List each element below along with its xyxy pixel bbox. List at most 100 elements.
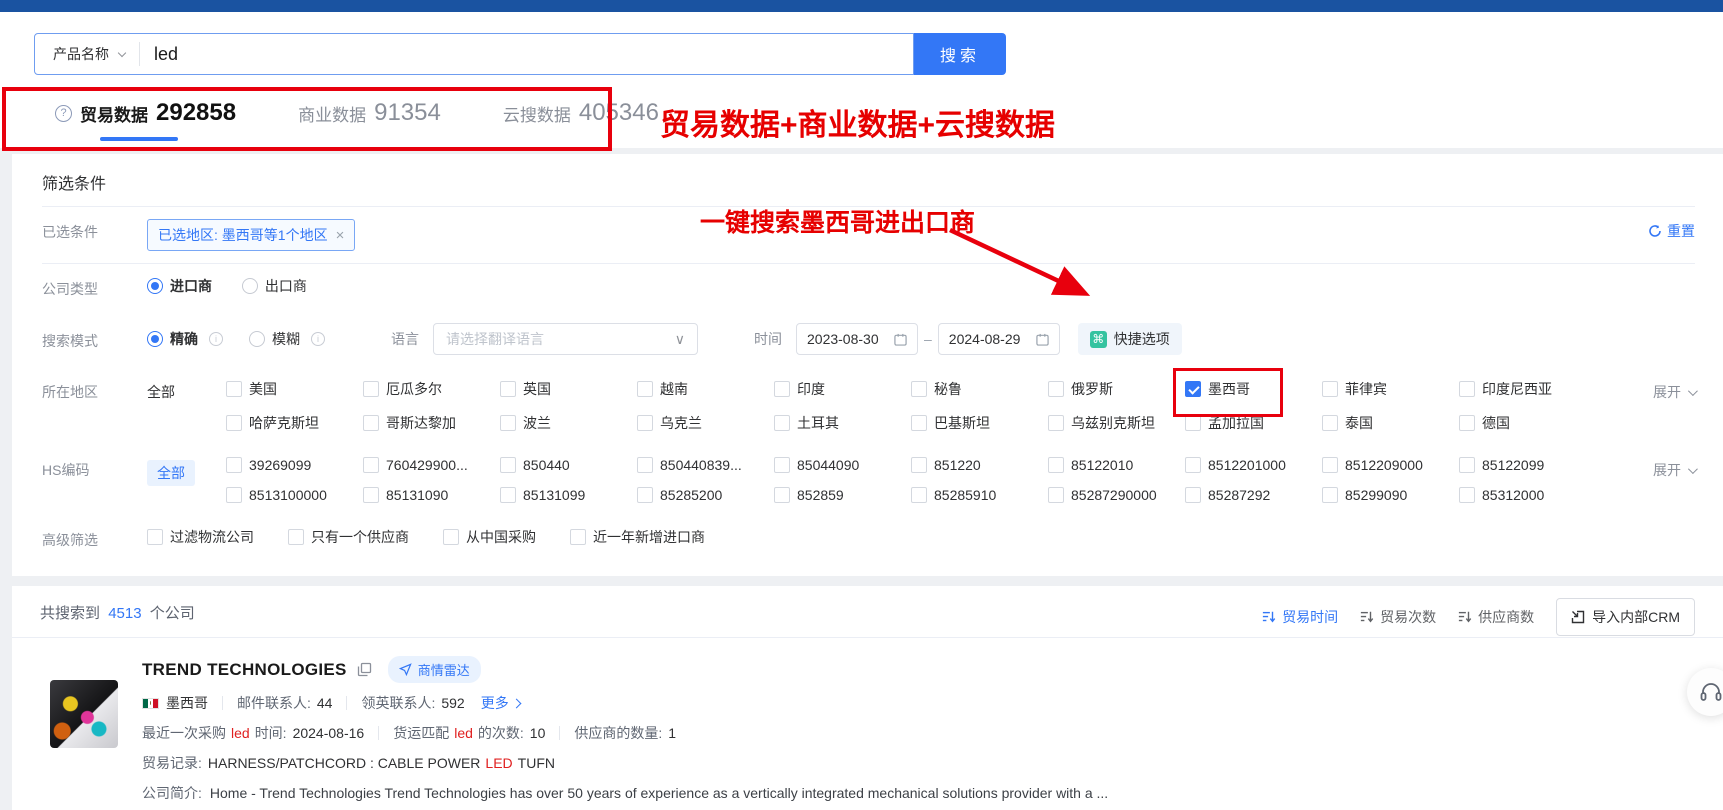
checkbox-icon xyxy=(774,487,790,503)
checkbox-icon xyxy=(637,487,653,503)
annotation-quick-note: 一键搜索墨西哥进出口商 xyxy=(700,203,975,239)
hs-checkbox[interactable]: 85312000 xyxy=(1459,487,1596,503)
region-checkbox[interactable]: 乌克兰 xyxy=(637,413,774,433)
checkbox-icon xyxy=(637,415,653,431)
calendar-icon xyxy=(1036,333,1049,346)
region-checkbox[interactable]: 土耳其 xyxy=(774,413,911,433)
checkbox-icon xyxy=(288,529,304,545)
sort-trade-time[interactable]: 贸易时间 xyxy=(1262,607,1338,627)
search-input[interactable] xyxy=(140,44,913,65)
quick-options-button[interactable]: ⌘ 快捷选项 xyxy=(1078,323,1182,355)
trade-search-page: 产品名称 搜索 ? 贸易数据 292858 商业数据 91354 xyxy=(0,0,1723,810)
hs-checkbox[interactable]: 760429900... xyxy=(363,457,500,473)
advanced-checkbox-from-china[interactable]: 从中国采购 xyxy=(443,527,536,547)
region-expand-button[interactable]: 展开 xyxy=(1653,382,1695,402)
region-checkbox-mexico[interactable]: 墨西哥 xyxy=(1185,379,1322,399)
date-from-input[interactable]: 2023-08-30 xyxy=(796,323,918,355)
company-name[interactable]: TREND TECHNOLOGIES xyxy=(142,660,347,680)
tab-count: 292858 xyxy=(156,99,236,127)
region-checkbox[interactable]: 泰国 xyxy=(1322,413,1459,433)
language-select[interactable]: 请选择翻译语言 ∨ xyxy=(433,323,698,355)
hs-expand-button[interactable]: 展开 xyxy=(1653,460,1695,480)
region-checkbox[interactable]: 乌兹别克斯坦 xyxy=(1048,413,1185,433)
quick-options-label: 快捷选项 xyxy=(1114,329,1170,349)
region-checkbox[interactable]: 德国 xyxy=(1459,413,1596,433)
hs-checkbox[interactable]: 85287290000 xyxy=(1048,487,1185,503)
search-category-dropdown[interactable]: 产品名称 xyxy=(35,44,139,64)
hs-checkbox[interactable]: 85131090 xyxy=(363,487,500,503)
tag-close-icon[interactable]: × xyxy=(336,227,345,244)
region-checkbox[interactable]: 秘鲁 xyxy=(911,379,1048,399)
copy-icon[interactable] xyxy=(357,662,372,677)
hs-checkbox[interactable]: 85131099 xyxy=(500,487,637,503)
region-checkbox[interactable]: 越南 xyxy=(637,379,774,399)
hs-checkbox[interactable]: 8513100000 xyxy=(226,487,363,503)
hs-checkbox[interactable]: 85122099 xyxy=(1459,457,1596,473)
tab-business-data[interactable]: 商业数据 91354 xyxy=(298,99,441,127)
chevron-down-icon xyxy=(1688,464,1698,474)
date-to-input[interactable]: 2024-08-29 xyxy=(938,323,1060,355)
hs-checkbox[interactable]: 850440839... xyxy=(637,457,774,473)
region-checkbox[interactable]: 美国 xyxy=(226,379,363,399)
region-checkbox[interactable]: 巴基斯坦 xyxy=(911,413,1048,433)
region-checkbox[interactable]: 菲律宾 xyxy=(1322,379,1459,399)
hs-checkbox[interactable]: 85285910 xyxy=(911,487,1048,503)
question-circle-icon[interactable]: ? xyxy=(55,105,72,122)
sort-supplier-count[interactable]: 供应商数 xyxy=(1458,607,1534,627)
radio-fuzzy[interactable]: 模糊 i xyxy=(249,329,325,349)
region-checkbox[interactable]: 英国 xyxy=(500,379,637,399)
region-checkbox[interactable]: 印度尼西亚 xyxy=(1459,379,1596,399)
import-crm-button[interactable]: 导入内部CRM xyxy=(1556,598,1695,636)
hs-checkbox[interactable]: 85287292 xyxy=(1185,487,1322,503)
reset-button[interactable]: 重置 xyxy=(1648,221,1695,241)
hs-checkbox[interactable]: 85299090 xyxy=(1322,487,1459,503)
trade-record-text: HARNESS/PATCHCORD : CABLE POWER xyxy=(208,755,481,771)
info-icon[interactable]: i xyxy=(311,332,325,346)
hs-checkbox[interactable]: 8512209000 xyxy=(1322,457,1459,473)
company-purchase-row: 最近一次采购 led 时间: 2024-08-16 货运匹配 led 的次数: … xyxy=(142,723,1695,743)
region-checkbox[interactable]: 印度 xyxy=(774,379,911,399)
checkbox-label: 哈萨克斯坦 xyxy=(249,413,319,433)
advanced-checkbox-single-supplier[interactable]: 只有一个供应商 xyxy=(288,527,409,547)
hs-checkbox[interactable]: 852859 xyxy=(774,487,911,503)
search-button[interactable]: 搜索 xyxy=(914,33,1006,75)
advanced-checkbox-new-importer[interactable]: 近一年新增进口商 xyxy=(570,527,705,547)
checkbox-icon xyxy=(363,381,379,397)
results-header: 共搜索到 4513 个公司 贸易时间 xyxy=(12,602,1723,623)
hs-checkbox[interactable]: 8512201000 xyxy=(1185,457,1322,473)
hs-all-option[interactable]: 全部 xyxy=(147,460,195,486)
checkbox-icon xyxy=(911,415,927,431)
company-result-card[interactable]: TREND TECHNOLOGIES 商情雷达 xyxy=(12,638,1723,810)
selected-region-tag[interactable]: 已选地区: 墨西哥等1个地区 × xyxy=(147,219,355,251)
radio-label: 精确 xyxy=(170,329,198,349)
date-to-value: 2024-08-29 xyxy=(949,331,1021,347)
region-checkbox[interactable]: 波兰 xyxy=(500,413,637,433)
hs-checkbox[interactable]: 850440 xyxy=(500,457,637,473)
checkbox-label: 85287292 xyxy=(1208,487,1270,503)
sort-trade-count[interactable]: 贸易次数 xyxy=(1360,607,1436,627)
checkbox-label: 泰国 xyxy=(1345,413,1373,433)
region-checkbox[interactable]: 孟加拉国 xyxy=(1185,413,1322,433)
radio-importer[interactable]: 进口商 xyxy=(147,276,212,296)
info-icon[interactable]: i xyxy=(209,332,223,346)
radio-exact[interactable]: 精确 i xyxy=(147,329,223,349)
hs-checkbox[interactable]: 85285200 xyxy=(637,487,774,503)
tab-trade-data[interactable]: ? 贸易数据 292858 xyxy=(55,99,236,127)
more-link[interactable]: 更多 xyxy=(481,693,520,713)
region-checkbox[interactable]: 哈萨克斯坦 xyxy=(226,413,363,433)
business-radar-badge[interactable]: 商情雷达 xyxy=(388,656,481,683)
checkbox-label: 墨西哥 xyxy=(1208,379,1250,399)
hs-checkbox[interactable]: 851220 xyxy=(911,457,1048,473)
region-checkbox[interactable]: 厄瓜多尔 xyxy=(363,379,500,399)
advanced-checkbox-logistics[interactable]: 过滤物流公司 xyxy=(147,527,254,547)
tab-cloud-search-data[interactable]: 云搜数据 405346 xyxy=(503,99,659,127)
region-checkbox[interactable]: 俄罗斯 xyxy=(1048,379,1185,399)
hs-checkbox[interactable]: 85044090 xyxy=(774,457,911,473)
region-all-option[interactable]: 全部 xyxy=(147,384,175,400)
region-checkbox[interactable]: 哥斯达黎加 xyxy=(363,413,500,433)
hs-checkbox[interactable]: 85122010 xyxy=(1048,457,1185,473)
checkbox-checked-icon xyxy=(1185,381,1201,397)
checkbox-label: 85299090 xyxy=(1345,487,1407,503)
radio-exporter[interactable]: 出口商 xyxy=(242,276,307,296)
hs-checkbox[interactable]: 39269099 xyxy=(226,457,363,473)
